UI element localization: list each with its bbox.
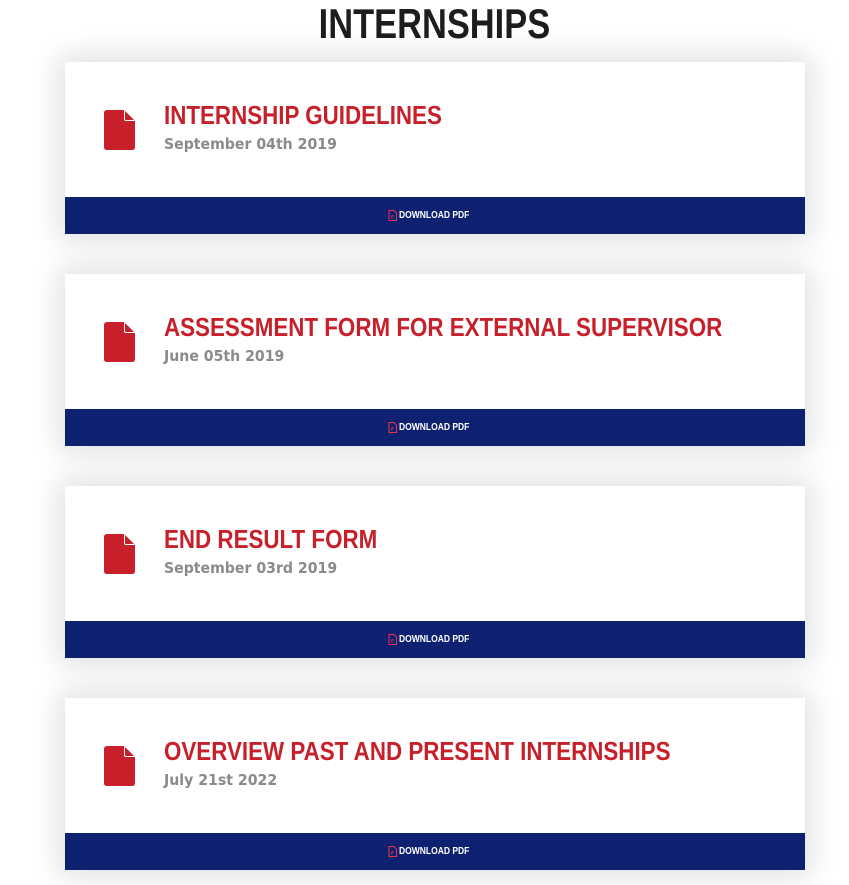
card-body: OVERVIEW PAST AND PRESENT INTERNSHIPS Ju… (65, 698, 805, 833)
card-body: INTERNSHIP GUIDELINES September 04th 201… (65, 62, 805, 197)
document-title[interactable]: OVERVIEW PAST AND PRESENT INTERNSHIPS (164, 736, 670, 766)
file-icon (104, 746, 135, 786)
document-date: June 05th 2019 (164, 347, 285, 365)
pdf-icon (388, 210, 398, 221)
card-body: END RESULT FORM September 03rd 2019 (65, 486, 805, 621)
download-label: DOWNLOAD PDF (399, 421, 470, 433)
download-pdf-button[interactable]: DOWNLOAD PDF (65, 409, 805, 446)
pdf-icon (388, 422, 398, 433)
download-label: DOWNLOAD PDF (399, 633, 470, 645)
page-title: INTERNSHIPS (318, 0, 551, 47)
pdf-icon (388, 846, 398, 857)
download-pdf-button[interactable]: DOWNLOAD PDF (65, 833, 805, 870)
file-icon (104, 534, 135, 574)
document-title[interactable]: INTERNSHIP GUIDELINES (164, 100, 442, 130)
download-label: DOWNLOAD PDF (399, 209, 470, 221)
file-icon (104, 110, 135, 150)
card-body: ASSESSMENT FORM FOR EXTERNAL SUPERVISOR … (65, 274, 805, 409)
document-title[interactable]: ASSESSMENT FORM FOR EXTERNAL SUPERVISOR (164, 312, 722, 342)
document-date: September 03rd 2019 (164, 559, 338, 577)
download-pdf-button[interactable]: DOWNLOAD PDF (65, 197, 805, 234)
download-label: DOWNLOAD PDF (399, 845, 470, 857)
document-card: INTERNSHIP GUIDELINES September 04th 201… (65, 62, 805, 234)
document-title[interactable]: END RESULT FORM (164, 524, 377, 554)
document-card: ASSESSMENT FORM FOR EXTERNAL SUPERVISOR … (65, 274, 805, 446)
pdf-icon (388, 634, 398, 645)
file-icon (104, 322, 135, 362)
document-date: July 21st 2022 (164, 771, 278, 789)
document-date: September 04th 2019 (164, 135, 337, 153)
document-card: OVERVIEW PAST AND PRESENT INTERNSHIPS Ju… (65, 698, 805, 870)
download-pdf-button[interactable]: DOWNLOAD PDF (65, 621, 805, 658)
document-card: END RESULT FORM September 03rd 2019 DOWN… (65, 486, 805, 658)
